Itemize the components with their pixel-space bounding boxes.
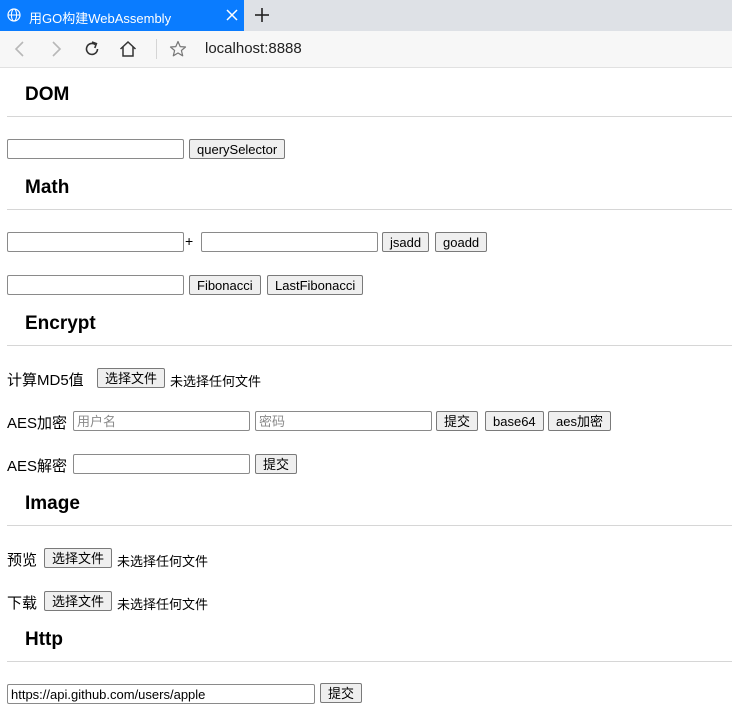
browser-tab[interactable]: 用GO构建WebAssembly [0, 0, 244, 31]
section-title-math: Math [25, 177, 70, 198]
aes-encrypt-button[interactable]: aes加密 [548, 411, 611, 431]
page-content: DOM querySelector Math + jsadd goadd Fib… [0, 67, 732, 723]
password-input[interactable] [255, 411, 432, 431]
forward-arrow-icon[interactable] [47, 40, 65, 58]
toolbar-separator [156, 39, 157, 59]
aes-encrypt-label: AES加密 [7, 415, 68, 432]
base64-button[interactable]: base64 [485, 411, 544, 431]
divider [7, 661, 732, 662]
preview-label: 预览 [7, 552, 38, 569]
tab-strip: 用GO构建WebAssembly [0, 0, 732, 31]
addend-a-input[interactable] [7, 232, 184, 252]
divider [7, 209, 732, 210]
md5-label: 计算MD5值 [7, 372, 84, 389]
section-title-dom: DOM [25, 84, 70, 105]
plus-icon[interactable] [254, 7, 270, 23]
globe-icon [7, 8, 21, 22]
section-title-image: Image [25, 493, 80, 514]
star-icon[interactable] [169, 40, 187, 58]
download-no-file-text: 未选择任何文件 [117, 597, 209, 612]
download-label: 下载 [7, 595, 38, 612]
divider [7, 116, 732, 117]
close-icon[interactable] [226, 9, 238, 21]
aes-encrypt-submit-button[interactable]: 提交 [436, 411, 479, 431]
aes-decrypt-label: AES解密 [7, 458, 68, 475]
download-choose-file-button[interactable]: 选择文件 [44, 591, 113, 611]
preview-no-file-text: 未选择任何文件 [117, 554, 209, 569]
ciphertext-input[interactable] [73, 454, 250, 474]
divider [7, 345, 732, 346]
md5-no-file-text: 未选择任何文件 [170, 374, 262, 389]
address-bar[interactable]: localhost:8888 [205, 40, 302, 57]
fibonacci-input[interactable] [7, 275, 184, 295]
jsadd-button[interactable]: jsadd [382, 232, 430, 252]
section-title-encrypt: Encrypt [25, 313, 96, 334]
query-selector-button[interactable]: querySelector [189, 139, 286, 159]
plus-sign: + [185, 233, 194, 249]
back-arrow-icon[interactable] [11, 40, 29, 58]
selector-input[interactable] [7, 139, 184, 159]
goadd-button[interactable]: goadd [435, 232, 488, 252]
fibonacci-button[interactable]: Fibonacci [189, 275, 261, 295]
preview-choose-file-button[interactable]: 选择文件 [44, 548, 113, 568]
addend-b-input[interactable] [201, 232, 378, 252]
home-icon[interactable] [119, 40, 137, 58]
aes-decrypt-submit-button[interactable]: 提交 [255, 454, 298, 474]
section-title-http: Http [25, 629, 63, 650]
last-fibonacci-button[interactable]: LastFibonacci [267, 275, 364, 295]
http-url-input[interactable] [7, 684, 315, 704]
md5-choose-file-button[interactable]: 选择文件 [97, 368, 166, 388]
username-input[interactable] [73, 411, 250, 431]
http-submit-button[interactable]: 提交 [320, 683, 363, 703]
browser-toolbar: localhost:8888 [0, 31, 732, 68]
reload-icon[interactable] [83, 40, 101, 58]
divider [7, 525, 732, 526]
tab-title: 用GO构建WebAssembly [29, 11, 172, 26]
